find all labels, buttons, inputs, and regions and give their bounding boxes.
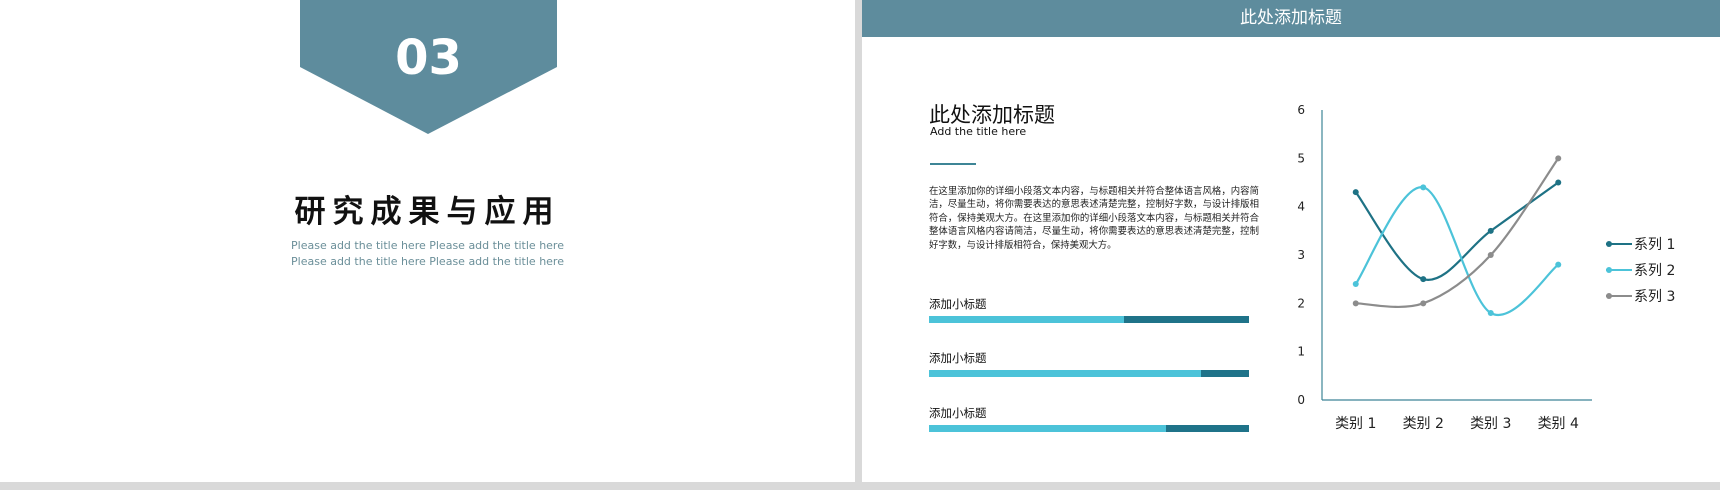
chart-legend: 系列 1 系列 2 系列 3	[1606, 231, 1675, 309]
data-point	[1352, 300, 1359, 307]
title-slide: 03 研究成果与应用 Please add the title here Ple…	[0, 0, 855, 482]
y-tick-label: 6	[1297, 103, 1305, 117]
legend-label: 系列 2	[1634, 263, 1676, 279]
x-tick-label: 类别 3	[1470, 416, 1511, 432]
data-point	[1352, 281, 1359, 287]
data-point	[1487, 310, 1494, 316]
legend-swatch	[1606, 267, 1632, 273]
section-banner: 03	[300, 0, 557, 135]
data-point	[1555, 261, 1562, 268]
data-point	[1555, 179, 1562, 186]
y-tick-label: 1	[1297, 345, 1305, 359]
y-tick-label: 4	[1297, 200, 1305, 214]
series-line	[1354, 181, 1559, 281]
x-tick-label: 类别 1	[1335, 416, 1376, 432]
legend-label: 系列 1	[1634, 237, 1676, 253]
content-slide: 此处添加标题 此处添加标题 Add the title here 在这里添加你的…	[862, 0, 1720, 482]
section-title: 研究成果与应用	[294, 194, 561, 230]
series-line	[1355, 157, 1560, 309]
legend-swatch	[1606, 241, 1632, 247]
y-tick-label: 0	[1297, 393, 1305, 407]
data-point	[1420, 300, 1427, 307]
data-point	[1487, 252, 1494, 258]
data-point	[1487, 227, 1494, 234]
legend-label: 系列 3	[1634, 289, 1676, 305]
y-tick-label: 5	[1297, 151, 1305, 165]
y-tick-label: 3	[1297, 248, 1305, 262]
data-point	[1352, 189, 1359, 196]
y-tick-label: 2	[1297, 296, 1305, 310]
line-chart: 0 1 2 3 4 5 6 类别 1 类别 2 类别 3 类别 4	[1297, 103, 1592, 432]
legend-item: 系列 1	[1606, 231, 1675, 257]
section-number: 03	[395, 30, 462, 86]
legend-item: 系列 3	[1606, 283, 1675, 309]
x-tick-label: 类别 2	[1403, 416, 1444, 432]
data-point	[1420, 184, 1427, 191]
data-point	[1420, 276, 1427, 283]
data-point	[1555, 155, 1562, 162]
section-subtitle: Please add the title here Please add the…	[291, 239, 564, 268]
x-tick-label: 类别 4	[1538, 416, 1579, 432]
legend-swatch	[1606, 293, 1632, 299]
legend-item: 系列 2	[1606, 257, 1675, 283]
